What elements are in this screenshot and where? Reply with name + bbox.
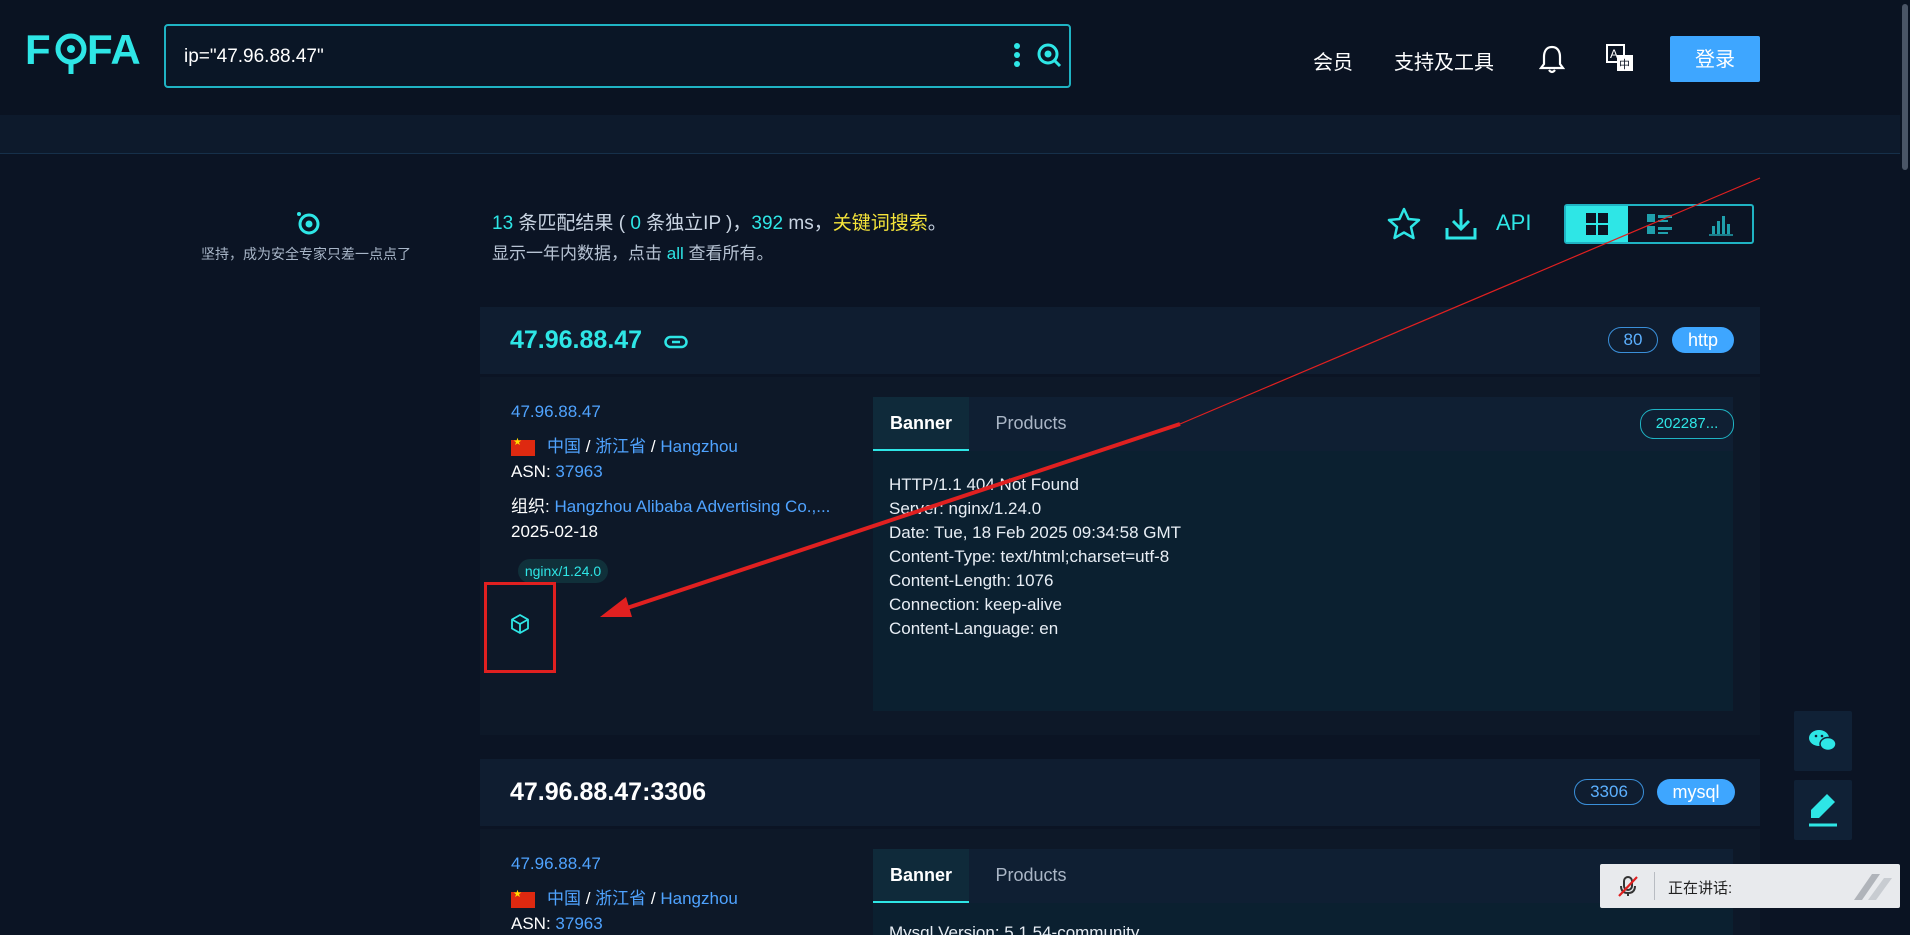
- result-ip-link[interactable]: 47.96.88.47: [511, 854, 601, 874]
- org-link[interactable]: Hangzhou Alibaba Advertising Co.,...: [554, 497, 830, 516]
- sub-header-bar: [0, 115, 1910, 154]
- bell-icon[interactable]: [1539, 44, 1565, 74]
- stats-view-button[interactable]: [1690, 206, 1752, 242]
- org-line: 组织: Hangzhou Alibaba Advertising Co.,...: [511, 492, 836, 517]
- nav-support-tools[interactable]: 支持及工具: [1394, 46, 1494, 75]
- keyword-search-link[interactable]: 关键词搜索: [833, 213, 928, 234]
- speaker-wave-icon: [1854, 874, 1892, 900]
- result-date: 2025-02-18: [511, 522, 598, 541]
- link-icon[interactable]: [664, 335, 688, 349]
- edit-icon: [1809, 794, 1837, 827]
- location-province[interactable]: 浙江省: [595, 437, 646, 456]
- location-line: 中国 / 浙江省 / Hangzhou: [511, 884, 738, 909]
- location-country[interactable]: 中国: [547, 889, 581, 908]
- bar-chart-icon: [1709, 216, 1733, 236]
- location-country[interactable]: 中国: [547, 437, 581, 456]
- unique-ip-count: 0: [630, 213, 641, 234]
- result-card-body: 47.96.88.47 中国 / 浙江省 / Hangzhou ASN: 379…: [480, 829, 1760, 935]
- query-ms-label: ms，: [783, 213, 833, 234]
- asn-line: ASN: 37963: [511, 914, 603, 934]
- protocol-badge[interactable]: mysql: [1657, 779, 1735, 805]
- port-badge[interactable]: 80: [1608, 327, 1658, 353]
- feedback-button[interactable]: [1794, 780, 1852, 840]
- mic-muted-icon[interactable]: [1616, 874, 1640, 898]
- data-range-note: 显示一年内数据，点击 all 查看所有。: [492, 239, 773, 264]
- list-view-button[interactable]: [1628, 206, 1690, 242]
- logo-o-dot: [67, 45, 75, 53]
- result-count-label: 条匹配结果 (: [513, 213, 631, 234]
- speaking-label: 正在讲话:: [1668, 880, 1733, 897]
- data-range-prefix: 显示一年内数据，点击: [492, 244, 667, 263]
- logo-text-fa: FA: [87, 26, 141, 73]
- translate-icon[interactable]: A 中: [1606, 44, 1634, 72]
- scrollbar-thumb[interactable]: [1902, 4, 1908, 170]
- grid-view-button[interactable]: [1566, 206, 1628, 242]
- result-ip-title[interactable]: 47.96.88.47:3306: [510, 778, 706, 807]
- asn-label: ASN:: [511, 914, 556, 933]
- product-tag[interactable]: nginx/1.24.0: [518, 559, 608, 583]
- wechat-button[interactable]: [1794, 711, 1852, 771]
- download-icon[interactable]: [1443, 206, 1479, 242]
- data-range-suffix: 查看所有。: [683, 244, 774, 263]
- location-city[interactable]: Hangzhou: [660, 889, 738, 908]
- result-ip-title[interactable]: 47.96.88.47: [510, 326, 642, 355]
- login-button[interactable]: 登录: [1670, 36, 1760, 82]
- search-input[interactable]: [182, 39, 946, 75]
- result-ip-link[interactable]: 47.96.88.47: [511, 402, 601, 422]
- location-city[interactable]: Hangzhou: [660, 437, 738, 456]
- grid-view-icon: [1586, 213, 1608, 235]
- star-icon[interactable]: [1386, 206, 1422, 242]
- fofa-logo[interactable]: F FA: [25, 22, 145, 78]
- view-toggle: [1564, 204, 1754, 244]
- port-badge[interactable]: 3306: [1574, 779, 1644, 805]
- annotation-highlight-box: [484, 582, 556, 673]
- tab-products[interactable]: Products: [983, 849, 1079, 901]
- all-link[interactable]: all: [667, 244, 684, 263]
- protocol-badge[interactable]: http: [1672, 327, 1734, 353]
- svg-text:中: 中: [1619, 58, 1630, 71]
- banner-content: Mysql Version: 5.1.54-community: [889, 923, 1140, 935]
- search-box[interactable]: [164, 24, 1071, 88]
- nav-member[interactable]: 会员: [1313, 46, 1353, 75]
- banner-content: HTTP/1.1 404 Not Found Server: nginx/1.2…: [889, 475, 1182, 638]
- stats-period: 。: [927, 213, 947, 234]
- svg-text:A: A: [1610, 47, 1618, 61]
- asn-line: ASN: 37963: [511, 462, 603, 482]
- location-province[interactable]: 浙江省: [595, 889, 646, 908]
- banner-panel: HTTP/1.1 404 Not Found Server: nginx/1.2…: [873, 451, 1733, 711]
- unique-ip-label: 条独立IP )，: [640, 213, 752, 234]
- query-ms: 392: [751, 213, 784, 234]
- tab-products[interactable]: Products: [983, 397, 1079, 449]
- china-flag-icon: [511, 889, 535, 908]
- result-card-header: 47.96.88.47:3306 3306 mysql: [480, 759, 1760, 826]
- scrollbar-track[interactable]: [1900, 0, 1910, 935]
- result-count: 13: [492, 213, 514, 234]
- tab-banner[interactable]: Banner: [873, 849, 969, 903]
- date-badge[interactable]: 202287...: [1640, 409, 1734, 439]
- voice-divider: [1654, 872, 1655, 900]
- sidebar-slogan: 坚持，成为安全专家只差一点点了: [201, 246, 411, 262]
- asn-link[interactable]: 37963: [555, 462, 602, 481]
- location-line: 中国 / 浙江省 / Hangzhou: [511, 432, 738, 457]
- asn-label: ASN:: [511, 462, 556, 481]
- result-card-header: 47.96.88.47 80 http: [480, 307, 1760, 374]
- china-flag-icon: [511, 437, 535, 456]
- logo-text-f1: F: [25, 26, 51, 73]
- asn-link[interactable]: 37963: [555, 914, 602, 933]
- api-button[interactable]: API: [1496, 210, 1531, 236]
- more-options-icon[interactable]: [1012, 42, 1022, 68]
- org-label: 组织:: [511, 497, 555, 516]
- result-card-body: 47.96.88.47 中国 / 浙江省 / Hangzhou ASN: 379…: [480, 377, 1760, 735]
- search-icon[interactable]: [1036, 42, 1062, 68]
- list-view-icon: [1647, 214, 1672, 234]
- fofa-mini-logo-icon: [297, 212, 320, 235]
- result-stats: 13 条匹配结果 ( 0 条独立IP )，392 ms，关键词搜索。: [492, 208, 947, 235]
- detail-tabs: Banner Products 202287...: [873, 397, 1734, 451]
- tab-banner[interactable]: Banner: [873, 397, 969, 451]
- voice-indicator-bar: 正在讲话:: [1600, 864, 1900, 908]
- wechat-icon: [1809, 730, 1837, 752]
